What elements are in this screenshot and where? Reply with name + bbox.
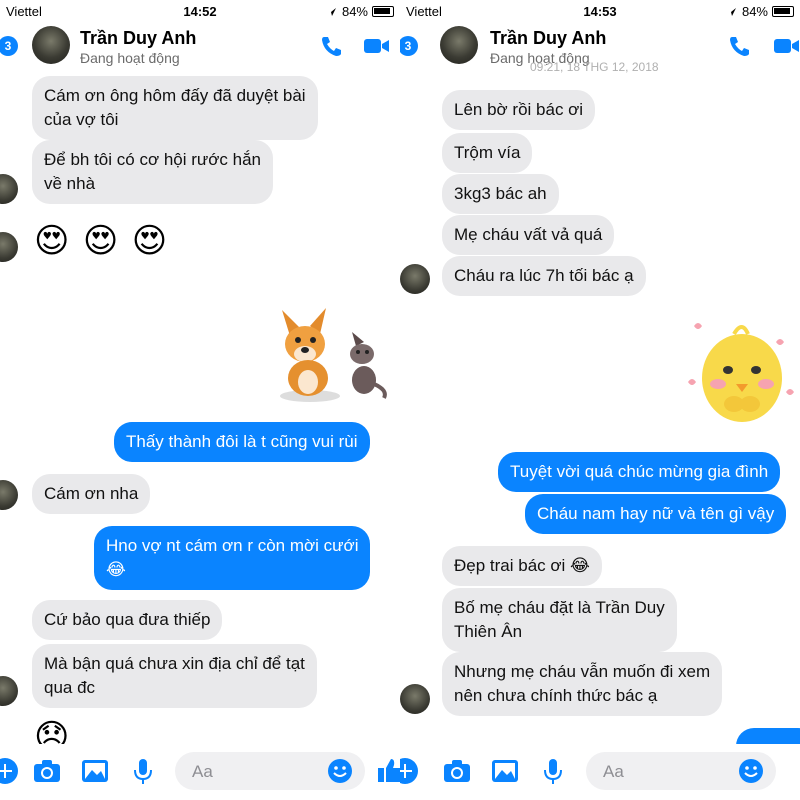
composer-bar: Aa — [0, 744, 400, 800]
photo-icon[interactable] — [80, 756, 110, 786]
message-bubble-incoming[interactable]: Cám ơn ông hôm đấy đã duyệt bài của vợ t… — [32, 76, 318, 140]
message-bubble-outgoing[interactable]: Cháu nam hay nữ và tên gì vậy — [525, 494, 787, 534]
message-bubble-incoming[interactable]: Cứ bảo qua đưa thiếp — [32, 600, 223, 640]
message-bubble-incoming[interactable]: Bố mẹ cháu đặt là Trần Duy Thiên Ân — [442, 588, 677, 652]
message-bubble-incoming[interactable]: Nhưng mẹ cháu vẫn muốn đi xem nên chưa c… — [442, 652, 723, 716]
message-bubble-incoming[interactable]: Mà bận quá chưa xin địa chỉ để tạt qua đ… — [32, 644, 317, 708]
screenshot-collage: Viettel 14:52 84% 3 Trần Duy Anh Đang ho… — [0, 0, 800, 800]
avatar[interactable] — [440, 26, 478, 64]
battery-label: 84% — [341, 4, 368, 19]
message-bubble-incoming[interactable]: Cháu ra lúc 7h tối bác ạ — [442, 256, 646, 296]
message-bubble-incoming[interactable]: Lên bờ rồi bác ơi — [442, 90, 596, 130]
sender-avatar — [400, 264, 430, 294]
camera-icon[interactable] — [442, 756, 472, 786]
camera-icon[interactable] — [32, 756, 62, 786]
active-status: Đang hoạt động — [80, 50, 180, 66]
message-bubble-incoming[interactable]: 3kg3 bác ah — [442, 174, 559, 214]
plus-icon[interactable] — [0, 756, 20, 786]
chat-header: 3 Trần Duy Anh Đang hoạt động — [0, 24, 400, 72]
location-icon — [725, 7, 736, 16]
photo-icon[interactable] — [490, 756, 520, 786]
location-icon — [325, 7, 336, 16]
sender-avatar — [400, 684, 430, 714]
back-badge[interactable]: 3 — [0, 36, 18, 56]
message-bubble-outgoing[interactable]: Hno vợ nt cám ơn r còn mời cưới 😂 — [94, 526, 371, 590]
status-right: 84% — [324, 4, 394, 19]
emoji-message[interactable]: 😍 😍 😍 — [34, 222, 169, 260]
battery-icon — [772, 6, 794, 17]
status-right: 84% — [724, 4, 794, 19]
microphone-icon[interactable] — [128, 756, 158, 786]
microphone-icon[interactable] — [538, 756, 568, 786]
message-bubble-incoming[interactable]: Đẹp trai bác ơi 😂 — [442, 546, 602, 586]
contact-name[interactable]: Trần Duy Anh — [490, 28, 606, 49]
sender-avatar — [0, 676, 18, 706]
phone-icon[interactable] — [318, 34, 346, 58]
chat-screen-left: Viettel 14:52 84% 3 Trần Duy Anh Đang ho… — [0, 0, 400, 800]
avatar[interactable] — [32, 26, 70, 64]
back-badge[interactable]: 3 — [400, 36, 418, 56]
message-bubble-incoming[interactable]: Để bh tôi có cơ hội rước hắn về nhà — [32, 140, 273, 204]
chick-sticker[interactable] — [684, 312, 800, 432]
sender-avatar — [0, 480, 18, 510]
message-bubble-incoming[interactable]: Trộm vía — [442, 133, 533, 173]
emoji-icon[interactable] — [738, 758, 764, 784]
phone-icon[interactable] — [726, 34, 754, 58]
plus-icon[interactable] — [400, 756, 420, 786]
contact-name[interactable]: Trần Duy Anh — [80, 28, 196, 49]
message-bubble-outgoing[interactable]: Tuyệt vời quá chúc mừng gia đình — [498, 452, 781, 492]
input-placeholder: Aa — [192, 762, 213, 781]
video-icon[interactable] — [772, 34, 800, 58]
sender-avatar — [0, 232, 18, 262]
message-input[interactable]: Aa — [175, 752, 365, 790]
battery-icon — [372, 6, 394, 17]
message-bubble-outgoing[interactable]: Thấy thành đôi là t cũng vui rùi — [114, 422, 370, 462]
message-input[interactable]: Aa — [586, 752, 776, 790]
emoji-icon[interactable] — [327, 758, 353, 784]
date-separator: 09:21, 18 THG 12, 2018 — [530, 60, 659, 74]
composer-bar: Aa — [400, 744, 800, 800]
sender-avatar — [0, 174, 18, 204]
video-icon[interactable] — [362, 34, 390, 58]
dog-sticker[interactable] — [268, 306, 394, 406]
input-placeholder: Aa — [603, 762, 624, 781]
message-bubble-incoming[interactable]: Mẹ cháu vất vả quá — [442, 215, 615, 255]
status-bar: Viettel 14:52 84% — [0, 0, 400, 24]
chat-screen-right: Viettel 14:53 84% 3 Trần Duy Anh Đang ho… — [400, 0, 800, 800]
message-bubble-incoming[interactable]: Cám ơn nha — [32, 474, 151, 514]
status-bar: Viettel 14:53 84% — [400, 0, 800, 24]
thumbs-up-icon[interactable] — [376, 756, 400, 786]
battery-label: 84% — [741, 4, 768, 19]
